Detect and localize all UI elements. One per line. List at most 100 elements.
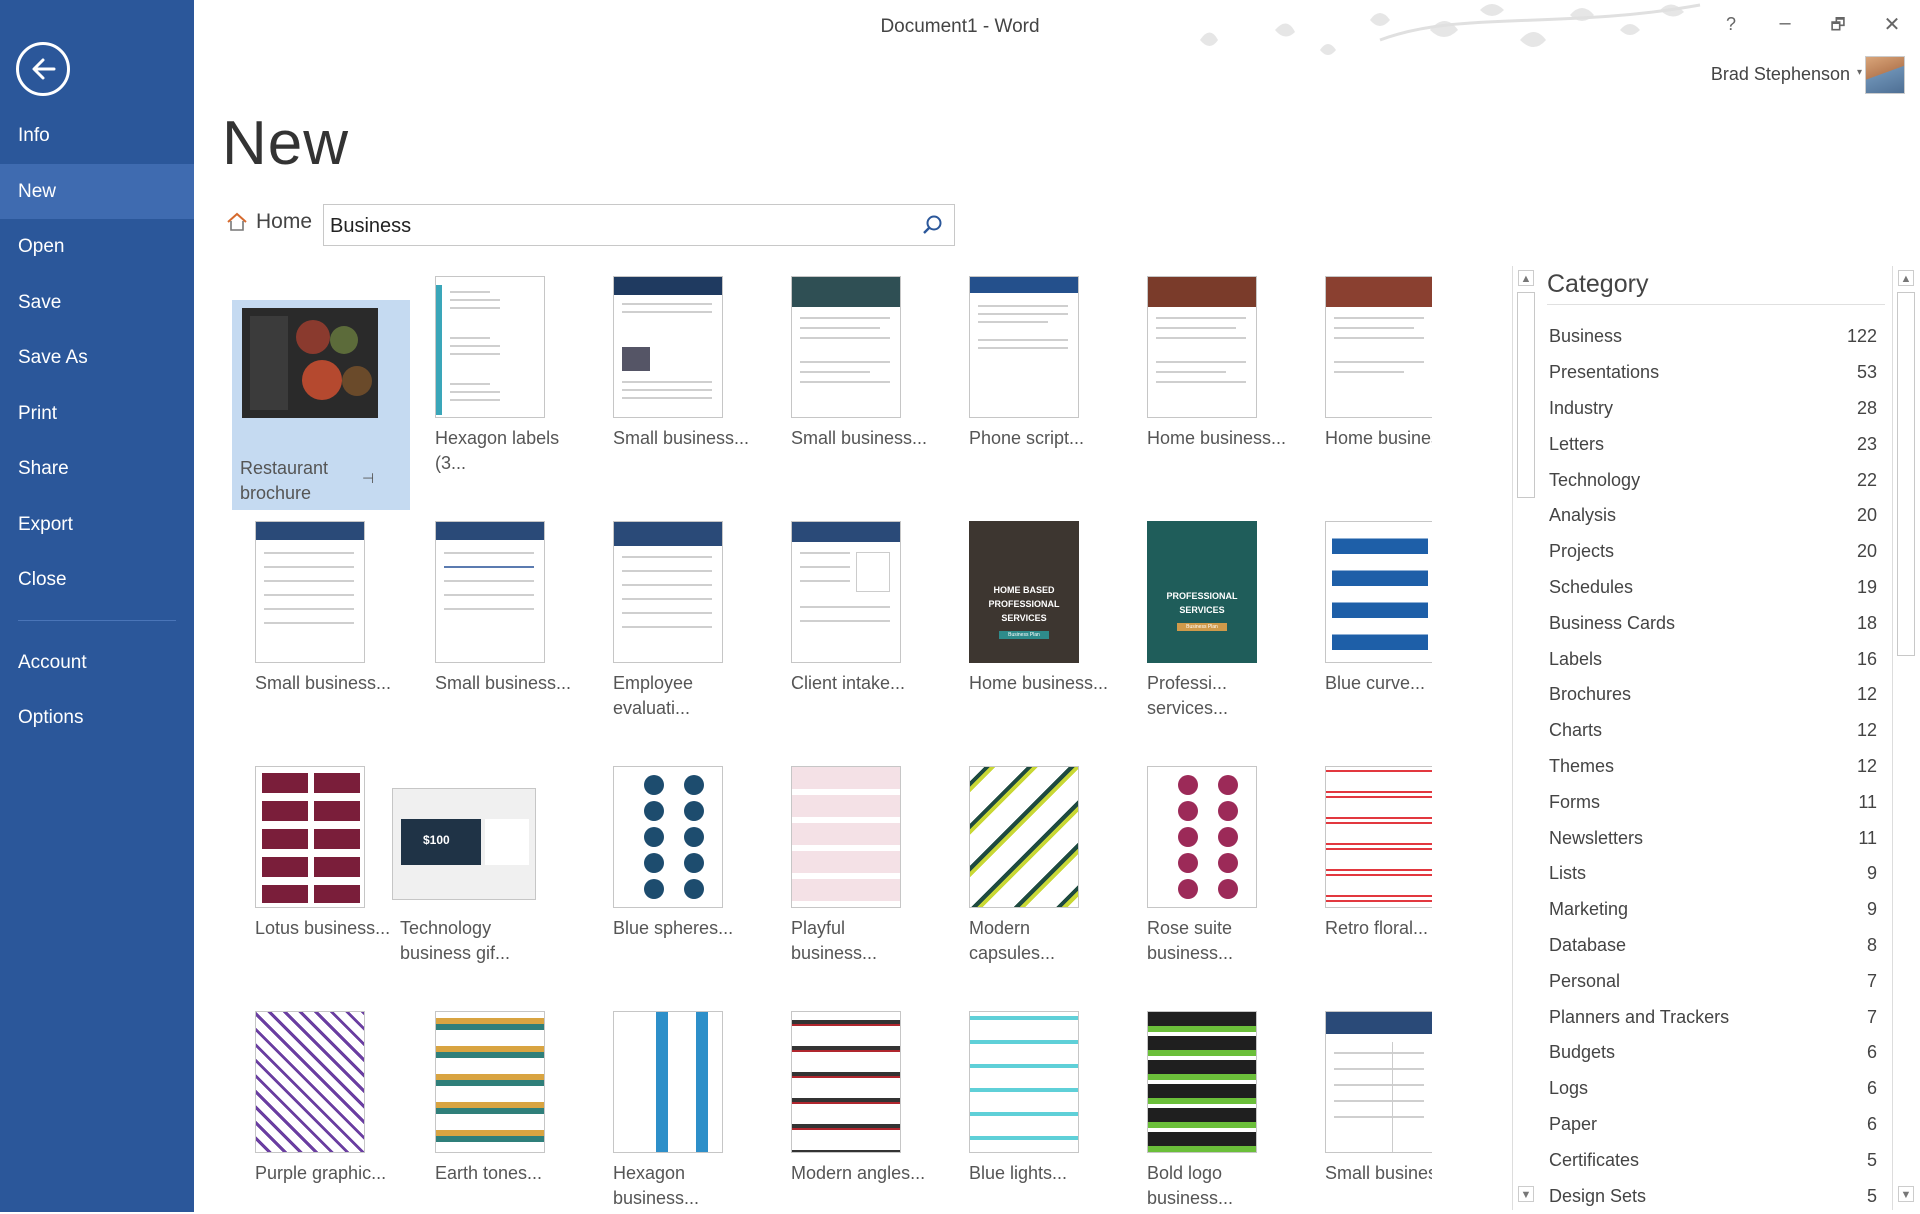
template-card[interactable]: HOME BASED PROFESSIONAL SERVICES Busines… <box>946 515 1124 725</box>
category-item[interactable]: Technology 22 <box>1549 462 1891 498</box>
nav-new[interactable]: New <box>0 163 194 219</box>
search-icon[interactable] <box>922 214 944 236</box>
avatar[interactable] <box>1865 56 1905 94</box>
category-item[interactable]: Industry 28 <box>1549 391 1891 427</box>
template-card[interactable]: Restaurant brochure ⊣ <box>232 300 410 510</box>
category-item[interactable]: Certificates 5 <box>1549 1142 1891 1178</box>
home-label[interactable]: Home <box>256 210 312 234</box>
minimize-button[interactable]: – <box>1770 12 1800 35</box>
category-item[interactable]: Schedules 19 <box>1549 570 1891 606</box>
help-button[interactable]: ? <box>1716 14 1746 35</box>
category-item[interactable]: Business Cards 18 <box>1549 605 1891 641</box>
template-card[interactable]: Home business... <box>1302 270 1432 480</box>
user-name[interactable]: Brad Stephenson <box>1711 64 1850 85</box>
back-button[interactable] <box>16 42 70 96</box>
nav-share[interactable]: Share <box>0 441 194 497</box>
template-card[interactable]: Lotus business... <box>232 760 410 970</box>
category-title: Category <box>1547 270 1649 298</box>
template-card[interactable]: Blue lights... <box>946 1005 1124 1212</box>
template-label: Employee evaluati... <box>613 673 694 718</box>
close-button[interactable]: ✕ <box>1877 12 1907 37</box>
category-name: Business Cards <box>1549 612 1676 633</box>
template-card[interactable]: Client intake... <box>768 515 946 725</box>
category-item[interactable]: Forms 11 <box>1549 784 1891 820</box>
template-card[interactable]: Home business... <box>1124 270 1302 480</box>
category-item[interactable]: Logs 6 <box>1549 1071 1891 1107</box>
category-count: 53 <box>1856 362 1877 383</box>
category-item[interactable]: Paper 6 <box>1549 1107 1891 1143</box>
gallery-scrollbar[interactable]: ▲ ▼ <box>1512 266 1538 1210</box>
template-card[interactable]: Phone script... <box>946 270 1124 480</box>
nav-open[interactable]: Open <box>0 219 194 275</box>
nav-info[interactable]: Info <box>0 108 194 164</box>
category-item[interactable]: Business 122 <box>1549 319 1891 355</box>
template-label: Blue curve... <box>1325 673 1426 693</box>
template-card[interactable]: Bold logo business... <box>1124 1005 1302 1212</box>
category-count: 5 <box>1866 1185 1877 1206</box>
category-item[interactable]: Planners and Trackers 7 <box>1549 999 1891 1035</box>
template-card[interactable]: Earth tones... <box>412 1005 590 1212</box>
template-card[interactable]: $100 Technology business gif... <box>392 760 570 970</box>
template-card[interactable]: Small business... <box>232 515 410 725</box>
nav-print[interactable]: Print <box>0 386 194 442</box>
template-card[interactable]: Blue curve... <box>1302 515 1432 725</box>
scroll-thumb[interactable] <box>1897 292 1915 656</box>
template-label: Blue spheres... <box>613 918 734 938</box>
nav-save-as[interactable]: Save As <box>0 330 194 386</box>
template-label: Home business... <box>1147 428 1287 448</box>
template-card[interactable]: Hexagon labels (3... <box>412 270 590 480</box>
category-item[interactable]: Personal 7 <box>1549 963 1891 999</box>
home-link[interactable]: Home <box>226 210 312 234</box>
nav-options[interactable]: Options <box>0 690 194 746</box>
template-card[interactable]: Small business... <box>412 515 590 725</box>
category-item[interactable]: Projects 20 <box>1549 534 1891 570</box>
category-item[interactable]: Themes 12 <box>1549 749 1891 785</box>
scroll-up-icon[interactable]: ▲ <box>1518 270 1534 286</box>
category-item[interactable]: Labels 16 <box>1549 641 1891 677</box>
category-count: 6 <box>1866 1078 1877 1099</box>
restore-button[interactable]: 🗗 <box>1823 14 1853 41</box>
nav-close[interactable]: Close <box>0 552 194 608</box>
nav-export[interactable]: Export <box>0 497 194 553</box>
pin-icon[interactable]: ⊣ <box>362 470 374 487</box>
template-card[interactable]: Blue spheres... <box>590 760 768 970</box>
scroll-up-icon[interactable]: ▲ <box>1898 270 1914 286</box>
template-card[interactable]: Rose suite business... <box>1124 760 1302 970</box>
backstage-nav: Info New Open Save Save As Print Share E… <box>0 108 194 746</box>
category-item[interactable]: Design Sets 5 <box>1549 1178 1891 1214</box>
category-item[interactable]: Charts 12 <box>1549 713 1891 749</box>
template-card[interactable]: Modern capsules... <box>946 760 1124 970</box>
category-item[interactable]: Brochures 12 <box>1549 677 1891 713</box>
nav-save[interactable]: Save <box>0 275 194 331</box>
category-item[interactable]: Letters 23 <box>1549 426 1891 462</box>
scroll-down-icon[interactable]: ▼ <box>1518 1186 1534 1202</box>
category-scrollbar[interactable]: ▲ ▼ <box>1892 266 1918 1210</box>
nav-account[interactable]: Account <box>0 635 194 691</box>
template-thumbnail <box>791 1011 901 1153</box>
category-item[interactable]: Presentations 53 <box>1549 355 1891 391</box>
template-card[interactable]: PROFESSIONAL SERVICES Business Plan Prof… <box>1124 515 1302 725</box>
scroll-down-icon[interactable]: ▼ <box>1898 1186 1914 1202</box>
template-card[interactable]: Small business... <box>590 270 768 480</box>
category-count: 22 <box>1856 469 1877 490</box>
template-label: Phone script... <box>969 428 1085 448</box>
category-item[interactable]: Database 8 <box>1549 928 1891 964</box>
category-item[interactable]: Newsletters 11 <box>1549 820 1891 856</box>
template-card[interactable]: Hexagon business... <box>590 1005 768 1212</box>
template-card[interactable]: Playful business... <box>768 760 946 970</box>
category-item[interactable]: Analysis 20 <box>1549 498 1891 534</box>
template-card[interactable]: Purple graphic... <box>232 1005 410 1212</box>
category-item[interactable]: Lists 9 <box>1549 856 1891 892</box>
template-card[interactable]: Modern angles... <box>768 1005 946 1212</box>
category-count: 18 <box>1856 612 1877 633</box>
template-card[interactable]: Small business... <box>768 270 946 480</box>
scroll-thumb[interactable] <box>1517 292 1535 498</box>
template-label: Small business... <box>255 673 392 693</box>
template-card[interactable]: Retro floral... <box>1302 760 1432 970</box>
category-item[interactable]: Budgets 6 <box>1549 1035 1891 1071</box>
search-input[interactable] <box>330 211 890 241</box>
template-card[interactable]: Employee evaluati... <box>590 515 768 725</box>
caret-down-icon[interactable]: ▾ <box>1857 67 1862 78</box>
category-item[interactable]: Marketing 9 <box>1549 892 1891 928</box>
template-card[interactable]: Small business... <box>1302 1005 1432 1212</box>
